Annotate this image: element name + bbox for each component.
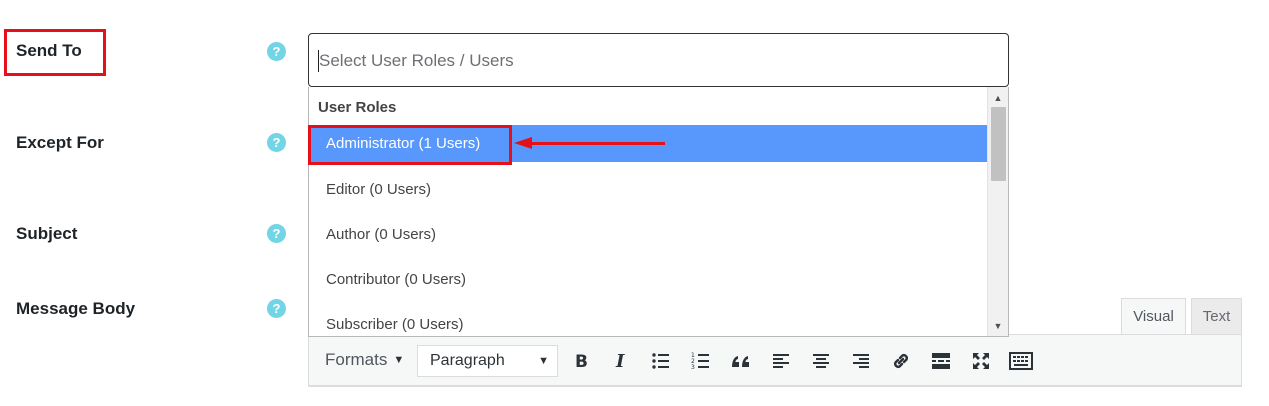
tab-text[interactable]: Text	[1191, 298, 1242, 334]
scrollbar-thumb[interactable]	[991, 107, 1006, 181]
numbered-list-icon[interactable]: 123	[689, 349, 713, 373]
editor-toolbar: Formats ▼ Paragraph ▼ B I 123	[308, 334, 1242, 386]
link-icon[interactable]	[889, 349, 913, 373]
except-for-label: Except For	[16, 133, 104, 152]
editor-divider	[308, 386, 1242, 387]
subject-help-icon[interactable]: ?	[267, 224, 286, 243]
option-editor[interactable]: Editor (0 Users)	[309, 171, 988, 208]
option-author[interactable]: Author (0 Users)	[309, 216, 988, 253]
block-format-select[interactable]: Paragraph ▼	[417, 345, 558, 377]
annotation-arrow-icon	[514, 137, 532, 149]
dropdown-scrollbar[interactable]: ▲ ▼	[987, 87, 1008, 336]
toolbar-toggle-icon[interactable]	[1009, 349, 1033, 373]
blockquote-icon[interactable]	[729, 349, 753, 373]
option-subscriber[interactable]: Subscriber (0 Users)	[309, 306, 988, 336]
send-to-annotation-box	[4, 29, 106, 76]
formats-menu[interactable]: Formats ▼	[325, 350, 404, 370]
svg-text:I: I	[615, 351, 625, 371]
send-to-placeholder: Select User Roles / Users	[319, 51, 514, 70]
caret-down-icon: ▼	[538, 355, 549, 367]
scroll-up-arrow-icon[interactable]: ▲	[988, 89, 1008, 107]
bold-icon[interactable]: B	[569, 349, 593, 373]
tab-visual[interactable]: Visual	[1121, 298, 1186, 334]
option-contributor[interactable]: Contributor (0 Users)	[309, 261, 988, 298]
annotation-arrow-line	[530, 142, 665, 145]
align-right-icon[interactable]	[849, 349, 873, 373]
scroll-down-arrow-icon[interactable]: ▼	[988, 317, 1008, 335]
bullet-list-icon[interactable]	[649, 349, 673, 373]
administrator-annotation-box	[308, 125, 512, 165]
except-for-help-icon[interactable]: ?	[267, 133, 286, 152]
italic-icon[interactable]: I	[609, 349, 633, 373]
align-center-icon[interactable]	[809, 349, 833, 373]
message-body-help-icon[interactable]: ?	[267, 299, 286, 318]
send-to-help-icon[interactable]: ?	[267, 42, 286, 61]
block-format-value: Paragraph	[430, 352, 505, 369]
svg-text:3: 3	[691, 364, 695, 371]
dropdown-group-label: User Roles	[318, 99, 397, 116]
read-more-icon[interactable]	[929, 349, 953, 373]
fullscreen-icon[interactable]	[969, 349, 993, 373]
formats-label: Formats	[325, 350, 388, 369]
message-body-label: Message Body	[16, 299, 136, 318]
send-to-select[interactable]: Select User Roles / Users	[308, 33, 1009, 87]
svg-text:B: B	[575, 352, 588, 371]
subject-label: Subject	[16, 224, 78, 243]
align-left-icon[interactable]	[769, 349, 793, 373]
caret-down-icon: ▼	[393, 354, 405, 366]
